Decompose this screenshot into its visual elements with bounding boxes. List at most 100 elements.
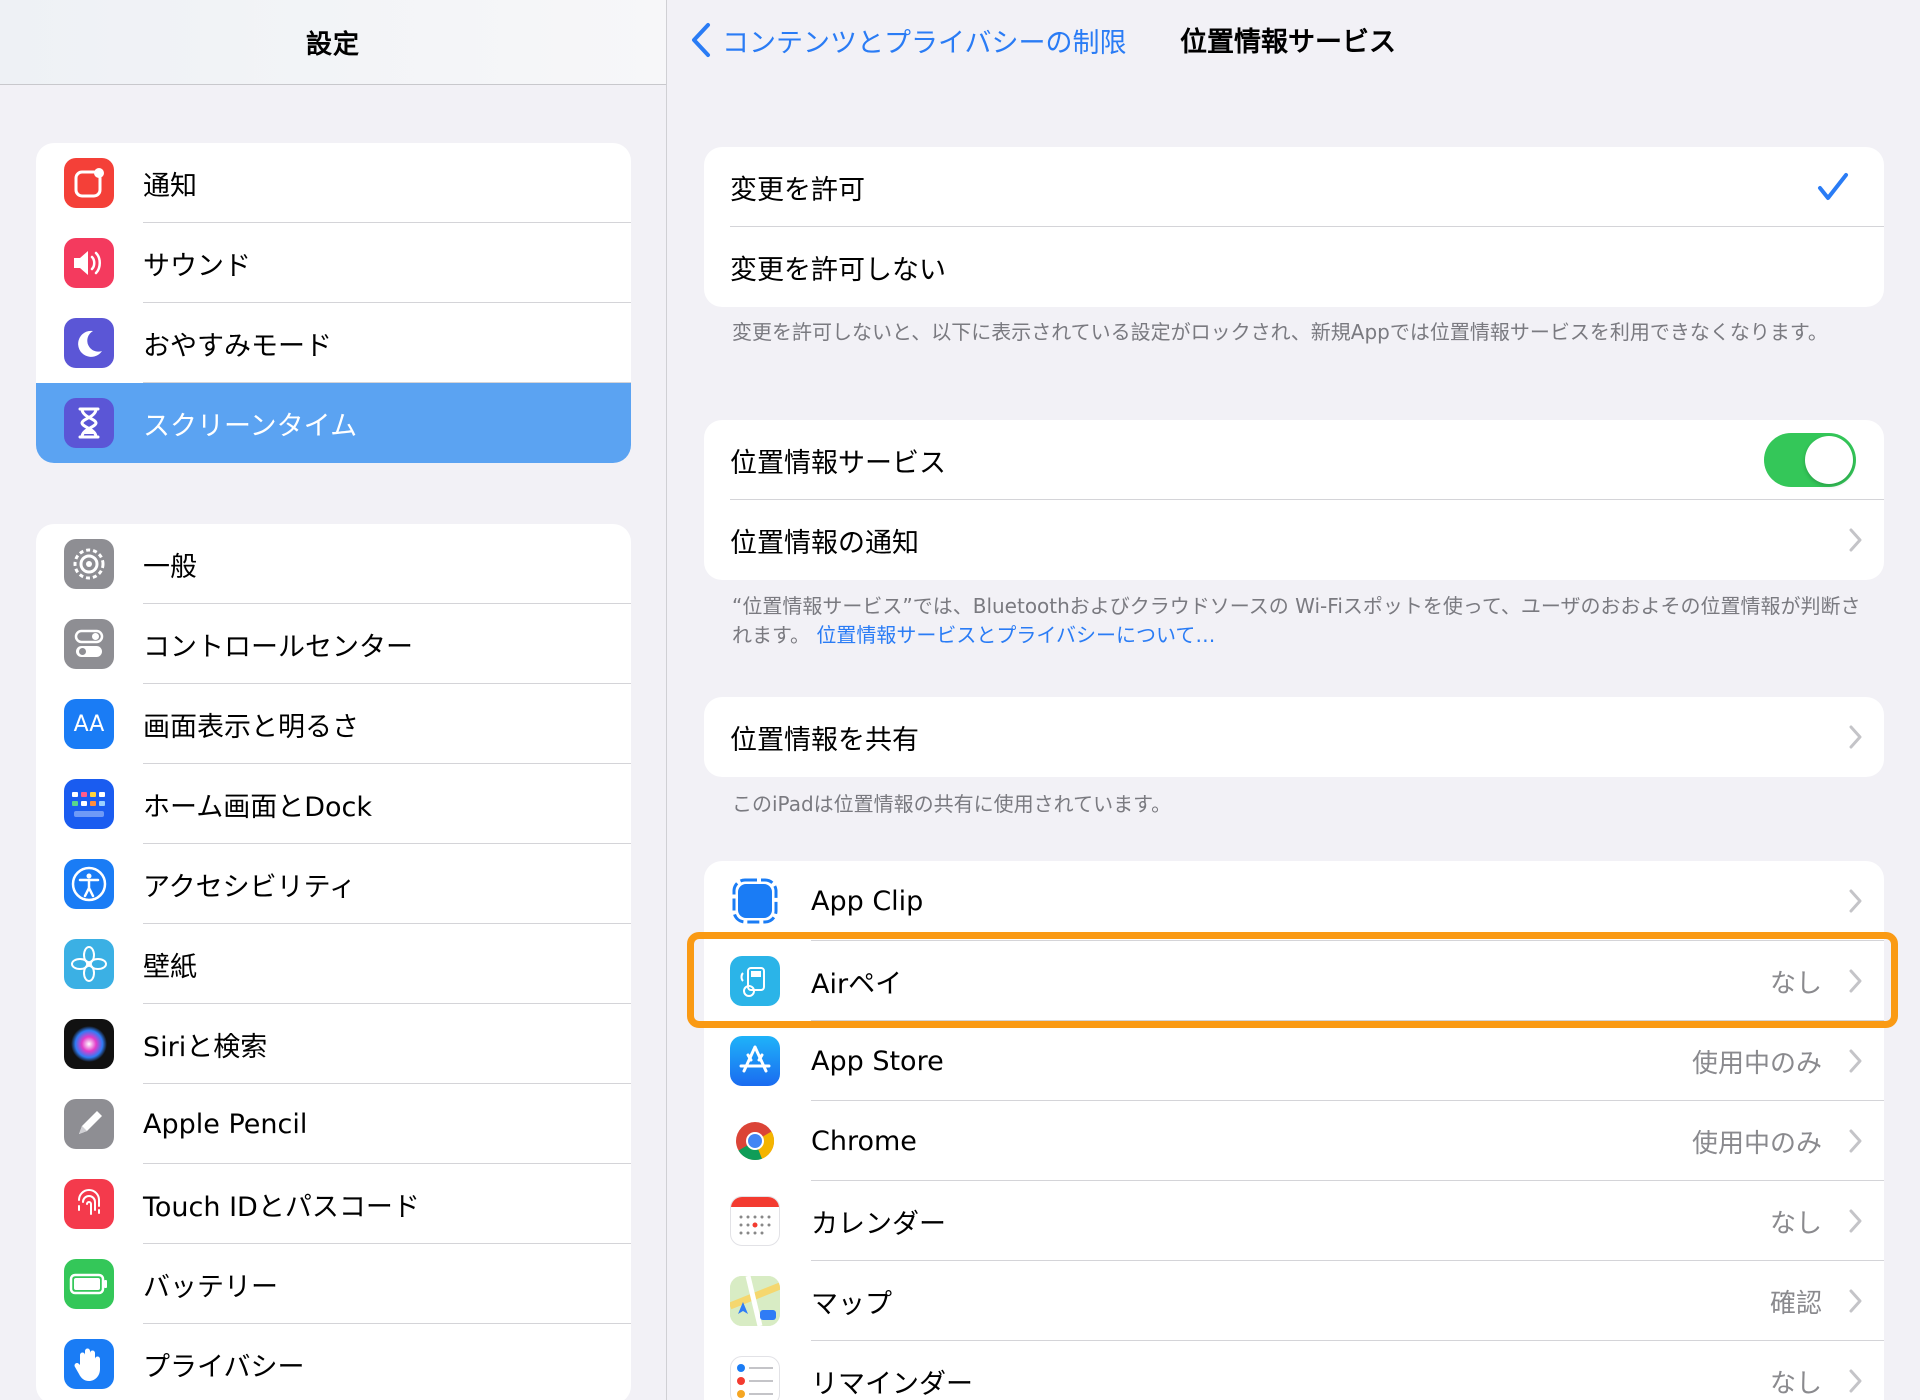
sidebar-item-home-screen[interactable]: ホーム画面とDock (36, 764, 631, 844)
app-location-value: なし (1769, 1208, 1822, 1239)
location-services-toggle[interactable] (1764, 433, 1856, 487)
app-name: Chrome (811, 1125, 917, 1157)
text-size-icon: AA (64, 699, 114, 749)
chevron-right-icon (1849, 1209, 1862, 1233)
deny-changes-label: 変更を許可しない (730, 254, 946, 286)
app-name: マップ (811, 1288, 892, 1320)
sidebar-item-wallpaper[interactable]: 壁紙 (36, 924, 631, 1004)
app-location-value: なし (1769, 1368, 1822, 1399)
app-row-app-clip[interactable]: App Clip (704, 861, 1884, 941)
sidebar-item-label: Siriと検索 (143, 1031, 268, 1063)
maps-icon (730, 1276, 780, 1326)
app-list-card: App Clip Airペイ なし App Store 使用中のみ Chrome… (704, 861, 1884, 1400)
siri-icon (64, 1019, 114, 1069)
checkmark-icon (1818, 173, 1848, 200)
sidebar-item-label: 一般 (143, 551, 197, 583)
page-title: 位置情報サービス (1180, 27, 1396, 58)
calendar-icon (730, 1196, 780, 1246)
location-privacy-link[interactable]: 位置情報サービスとプライバシーについて… (816, 623, 1215, 647)
share-location-row[interactable]: 位置情報を共有 (704, 697, 1884, 777)
sidebar-title: 設定 (305, 29, 360, 60)
sidebar-item-apple-pencil[interactable]: Apple Pencil (36, 1084, 631, 1164)
chevron-right-icon (1849, 1129, 1862, 1153)
sidebar-item-do-not-disturb[interactable]: おやすみモード (36, 303, 631, 383)
share-location-label: 位置情報を共有 (730, 724, 919, 756)
sidebar-item-accessibility[interactable]: アクセシビリティ (36, 844, 631, 924)
sidebar-item-label: 画面表示と明るさ (143, 711, 359, 743)
chrome-icon (730, 1116, 780, 1166)
flower-icon (64, 939, 114, 989)
sidebar-item-sounds[interactable]: サウンド (36, 223, 631, 303)
app-row-chrome[interactable]: Chrome 使用中のみ (704, 1101, 1884, 1181)
share-location-card: 位置情報を共有 (704, 697, 1884, 777)
sidebar-item-privacy[interactable]: プライバシー (36, 1324, 631, 1400)
app-location-value: 使用中のみ (1691, 1048, 1822, 1079)
chevron-right-icon (1849, 528, 1862, 552)
sidebar-item-screen-time[interactable]: スクリーンタイム (36, 383, 631, 463)
sidebar: 設定 通知 サウンド おやすみモード スクリーンタイム 一般 コントロールセンタ… (0, 0, 667, 1400)
sidebar-item-label: バッテリー (143, 1271, 278, 1303)
location-services-note: “位置情報サービス”では、Bluetoothおよびクラウドソースの Wi-Fiス… (732, 592, 1862, 650)
sidebar-item-label: スクリーンタイム (143, 410, 358, 442)
chevron-right-icon (1849, 969, 1862, 993)
pencil-icon (64, 1099, 114, 1149)
gear-icon (64, 539, 114, 589)
deny-changes-option[interactable]: 変更を許可しない (704, 227, 1884, 307)
sidebar-item-label: サウンド (143, 250, 251, 282)
fingerprint-icon (64, 1179, 114, 1229)
allow-changes-option[interactable]: 変更を許可 (704, 147, 1884, 227)
nav-bar: コンテンツとプライバシーの制限 位置情報サービス (668, 0, 1920, 80)
sidebar-item-notifications[interactable]: 通知 (36, 143, 631, 223)
location-alerts-label: 位置情報の通知 (730, 527, 919, 559)
app-name: Airペイ (811, 968, 903, 1000)
chevron-right-icon (1849, 1049, 1862, 1073)
sidebar-item-battery[interactable]: バッテリー (36, 1244, 631, 1324)
hourglass-icon (64, 398, 114, 448)
sidebar-item-general[interactable]: 一般 (36, 524, 631, 604)
chevron-right-icon (1849, 725, 1862, 749)
sidebar-item-label: 通知 (143, 170, 197, 202)
sidebar-item-label: おやすみモード (143, 330, 332, 362)
sidebar-item-siri[interactable]: Siriと検索 (36, 1004, 631, 1084)
home-grid-icon (64, 779, 114, 829)
chevron-left-icon (692, 23, 710, 57)
chevron-right-icon (1849, 889, 1862, 913)
share-location-note: このiPadは位置情報の共有に使用されています。 (732, 792, 1172, 816)
app-location-value: なし (1769, 968, 1822, 999)
sidebar-item-label: アクセシビリティ (143, 871, 357, 903)
speaker-icon (64, 238, 114, 288)
back-button[interactable]: コンテンツとプライバシーの制限 (690, 18, 1126, 62)
sidebar-item-touch-id[interactable]: Touch IDとパスコード (36, 1164, 631, 1244)
toggle-knob (1805, 436, 1853, 484)
app-row-calendar[interactable]: カレンダー なし (704, 1181, 1884, 1261)
sidebar-item-label: ホーム画面とDock (143, 791, 372, 823)
sidebar-group-2: 一般 コントロールセンター AA 画面表示と明るさ ホーム画面とDock アクセ… (36, 524, 631, 1400)
sidebar-group-1: 通知 サウンド おやすみモード スクリーンタイム (36, 143, 631, 463)
moon-icon (64, 318, 114, 368)
location-services-label: 位置情報サービス (730, 447, 946, 479)
app-location-value: 確認 (1769, 1288, 1822, 1319)
app-name: リマインダー (811, 1368, 973, 1400)
back-button-label: コンテンツとプライバシーの制限 (722, 27, 1127, 59)
location-services-card: 位置情報サービス 位置情報の通知 (704, 420, 1884, 580)
app-row-maps[interactable]: マップ 確認 (704, 1261, 1884, 1341)
toggles-icon (64, 619, 114, 669)
app-row-reminders[interactable]: リマインダー なし (704, 1341, 1884, 1400)
app-name: カレンダー (811, 1208, 946, 1240)
sidebar-item-label: コントロールセンター (143, 631, 413, 663)
sidebar-header: 設定 (0, 0, 666, 85)
app-row-airpay[interactable]: Airペイ なし (704, 941, 1884, 1021)
location-services-row: 位置情報サービス (704, 420, 1884, 500)
accessibility-icon (64, 859, 114, 909)
chevron-right-icon (1849, 1369, 1862, 1393)
text-size-glyph: AA (73, 711, 105, 737)
sidebar-item-control-center[interactable]: コントロールセンター (36, 604, 631, 684)
allow-changes-note: 変更を許可しないと、以下に表示されている設定がロックされ、新規Appでは位置情報… (732, 320, 1828, 344)
app-name: App Store (811, 1045, 944, 1077)
app-store-icon (730, 1036, 780, 1086)
sidebar-item-display[interactable]: AA 画面表示と明るさ (36, 684, 631, 764)
hand-icon (64, 1339, 114, 1389)
app-row-app-store[interactable]: App Store 使用中のみ (704, 1021, 1884, 1101)
allow-changes-card: 変更を許可 変更を許可しない (704, 147, 1884, 307)
location-alerts-row[interactable]: 位置情報の通知 (704, 500, 1884, 580)
